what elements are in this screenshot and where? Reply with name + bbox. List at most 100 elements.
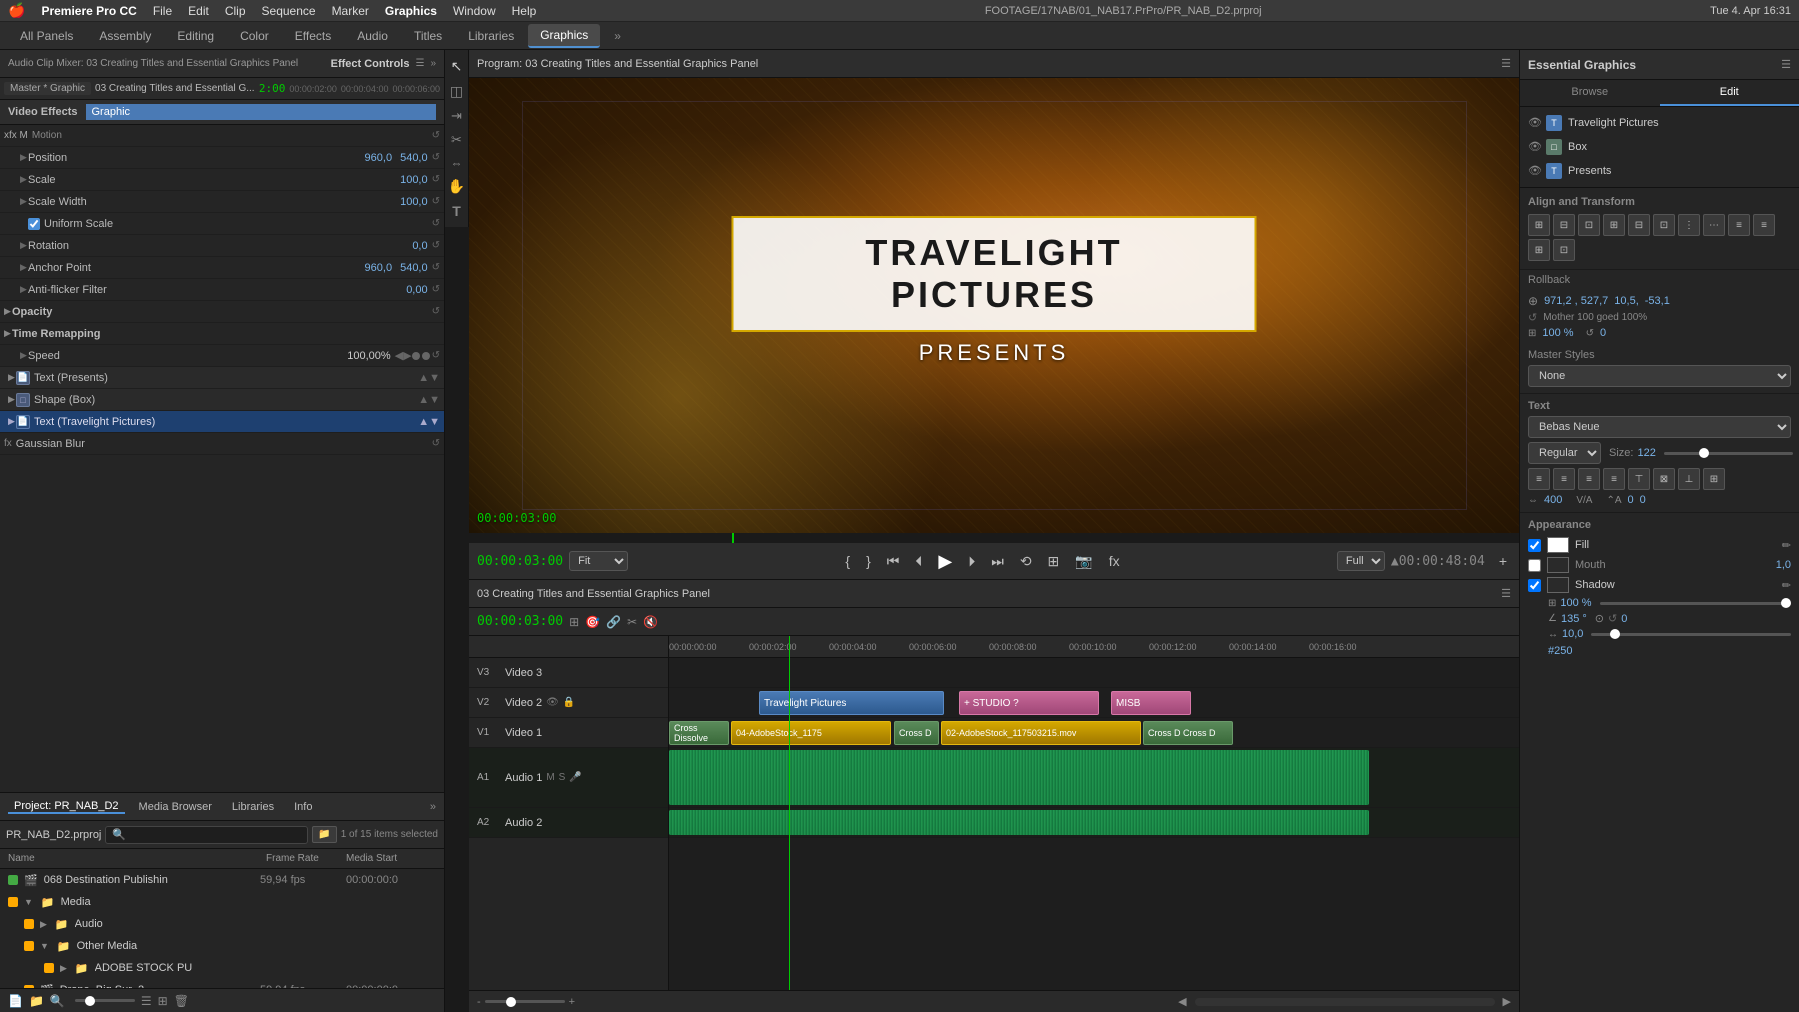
anchor-y[interactable]: 540,0	[400, 262, 428, 274]
a1-solo[interactable]: S	[559, 772, 566, 783]
menu-marker[interactable]: Marker	[332, 4, 369, 18]
fill-checkbox[interactable]	[1528, 539, 1541, 552]
ripple-tool[interactable]: ⇥	[451, 108, 462, 124]
audio-expand-icon[interactable]: ▶	[40, 919, 47, 930]
tl-tool1[interactable]: ⊞	[569, 615, 579, 629]
program-monitor-menu[interactable]: ☰	[1501, 57, 1511, 70]
clip-studio[interactable]: + STUDIO ?	[959, 691, 1099, 715]
shadow-opacity-slider[interactable]	[1600, 602, 1791, 605]
go-to-in-btn[interactable]: ⏮	[883, 551, 904, 572]
vis-presents[interactable]: 👁	[1528, 164, 1542, 178]
tab-editing[interactable]: Editing	[165, 25, 226, 47]
panel-menu-icon[interactable]: ☰	[415, 58, 424, 69]
text-presents-row[interactable]: ▶ 📄 Text (Presents) ▲▼	[0, 367, 444, 389]
tab-graphics[interactable]: Graphics	[528, 24, 600, 48]
effect-controls-tab[interactable]: Effect Controls	[331, 58, 410, 70]
scale-reset[interactable]: ↺	[432, 174, 440, 185]
pos-offset[interactable]: 10,5,	[1614, 295, 1638, 307]
program-scrub-bar[interactable]	[469, 533, 1519, 543]
project-panel-expand[interactable]: »	[430, 801, 436, 813]
stroke-checkbox[interactable]	[1528, 559, 1541, 572]
tracking-val[interactable]: 400	[1544, 494, 1562, 506]
shadow-rotation-reset[interactable]: ↺	[1608, 612, 1617, 625]
text-align-right[interactable]: ≡	[1578, 468, 1600, 490]
align-extra2[interactable]: ≡	[1753, 214, 1775, 236]
search-foot-btn[interactable]: 🔍	[50, 994, 65, 1008]
tl-scroll-left[interactable]: ◀	[1178, 995, 1186, 1008]
shadow-opacity-val[interactable]: 100 %	[1560, 597, 1591, 609]
a1-mic[interactable]: 🎤	[569, 772, 581, 783]
shadow-dist-slider[interactable]	[1591, 633, 1791, 636]
box-controls[interactable]: ▲▼	[418, 394, 440, 406]
master-graphic-label[interactable]: Master * Graphic	[4, 82, 91, 95]
font-size-slider[interactable]	[1664, 452, 1793, 455]
pos-xy[interactable]: 971,2 , 527,7	[1544, 295, 1608, 307]
anti-flicker-reset[interactable]: ↺	[432, 284, 440, 295]
extra-val[interactable]: 0	[1628, 494, 1634, 506]
slip-tool[interactable]: ⇔	[451, 156, 463, 170]
position-x[interactable]: 960,0	[365, 152, 393, 164]
col-start[interactable]: Media Start	[346, 853, 436, 864]
extra-val2[interactable]: 0	[1640, 494, 1646, 506]
tab-effects[interactable]: Effects	[283, 25, 343, 47]
audio-clip-1[interactable]	[669, 750, 1369, 805]
step-back-btn[interactable]: ⏴	[911, 551, 926, 572]
project-tab-media-browser[interactable]: Media Browser	[133, 801, 218, 813]
opacity-reset[interactable]: ↺	[432, 306, 440, 317]
distribute-h[interactable]: ⋮	[1678, 214, 1700, 236]
motion-reset[interactable]: ↺	[432, 130, 440, 141]
font-select[interactable]: Bebas Neue	[1528, 416, 1791, 438]
text-align-justify[interactable]: ≡	[1603, 468, 1625, 490]
tl-scroll-bar[interactable]	[1195, 998, 1495, 1006]
col-fps[interactable]: Frame Rate	[266, 853, 346, 864]
loop-btn[interactable]: ⟲	[1016, 551, 1036, 572]
tab-color[interactable]: Color	[228, 25, 281, 47]
clip-adobestock-2[interactable]: 02-AdobeStock_117503215.mov	[941, 721, 1141, 745]
shadow-color-swatch[interactable]	[1547, 577, 1569, 593]
distribute-v[interactable]: ⋯	[1703, 214, 1725, 236]
align-center-h[interactable]: ⊟	[1553, 214, 1575, 236]
align-center-v[interactable]: ⊟	[1628, 214, 1650, 236]
shape-box-row[interactable]: ▶ □ Shape (Box) ▲▼	[0, 389, 444, 411]
fill-edit[interactable]: ✏	[1782, 539, 1791, 552]
col-name[interactable]: Name	[8, 853, 266, 864]
selection-tool[interactable]: ↖	[451, 58, 463, 75]
text-align-middle[interactable]: ⊠	[1653, 468, 1675, 490]
tl-tool3[interactable]: 🔗	[606, 615, 621, 629]
file-adobe-stock[interactable]: ▶ 📁 ADOBE STOCK PU	[0, 957, 444, 979]
vis-box[interactable]: 👁	[1528, 140, 1542, 154]
text-align-bottom[interactable]: ⊥	[1678, 468, 1700, 490]
menu-clip[interactable]: Clip	[225, 4, 246, 18]
eg-layer-presents[interactable]: 👁 T Presents	[1520, 159, 1799, 183]
effects-btn[interactable]: fx	[1105, 551, 1124, 571]
shadow-edit[interactable]: ✏	[1782, 579, 1791, 592]
align-extra4[interactable]: ⊡	[1553, 239, 1575, 261]
align-left[interactable]: ⊞	[1528, 214, 1550, 236]
position-reset[interactable]: ↺	[432, 152, 440, 163]
file-media-folder[interactable]: ▼ 📁 Media	[0, 891, 444, 913]
speed-forward[interactable]: ▶	[403, 349, 411, 362]
presents-controls[interactable]: ▲▼	[418, 372, 440, 384]
tab-audio[interactable]: Audio	[345, 25, 400, 47]
tab-assembly[interactable]: Assembly	[87, 25, 163, 47]
menu-window[interactable]: Window	[453, 4, 496, 18]
anchor-reset[interactable]: ↺	[432, 262, 440, 273]
file-other-media-folder[interactable]: ▼ 📁 Other Media	[0, 935, 444, 957]
tl-zoom-slider[interactable]	[485, 1000, 565, 1003]
align-extra1[interactable]: ≡	[1728, 214, 1750, 236]
audio-clip-mixer-tab[interactable]: Audio Clip Mixer: 03 Creating Titles and…	[0, 50, 444, 78]
project-tab-libraries[interactable]: Libraries	[226, 801, 280, 813]
tl-zoom-out[interactable]: -	[477, 996, 481, 1008]
clip-dissolve-1[interactable]: Cross Dissolve	[669, 721, 729, 745]
tl-tool4[interactable]: ✂	[627, 615, 637, 629]
shadow-hash-val[interactable]: #250	[1548, 645, 1572, 657]
scale-val[interactable]: 100,0	[400, 174, 428, 186]
speed-keyframe-next[interactable]	[422, 352, 430, 360]
audio-clip-2[interactable]	[669, 810, 1369, 835]
file-drone-big-sur[interactable]: 🎬 Drone_Big Sur_2... 59,94 fps 00:00:00:…	[0, 979, 444, 988]
font-style-select[interactable]: Regular	[1528, 442, 1601, 464]
add-marker-btn[interactable]: +	[1495, 551, 1511, 571]
vis-travelight[interactable]: 👁	[1528, 116, 1542, 130]
menu-graphics[interactable]: Graphics	[385, 4, 437, 18]
timeline-menu[interactable]: ☰	[1501, 587, 1511, 600]
